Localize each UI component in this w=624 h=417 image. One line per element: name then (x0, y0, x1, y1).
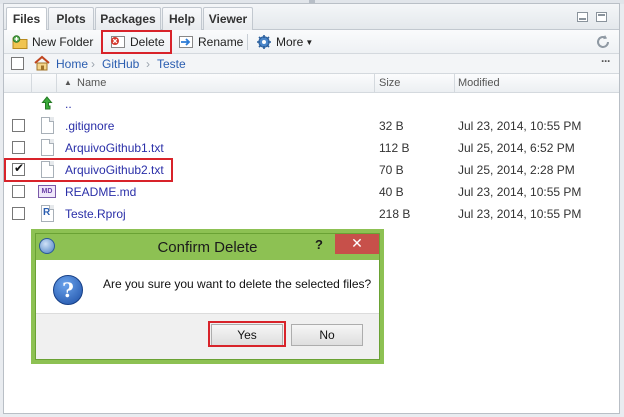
file-modified: Jul 23, 2014, 10:55 PM (458, 119, 582, 133)
file-size: 218 B (379, 207, 411, 221)
more-options-icon[interactable]: ··· (601, 54, 611, 68)
column-divider (454, 74, 455, 93)
no-button[interactable]: No (291, 324, 363, 346)
file-name[interactable]: Teste.Rproj (65, 207, 126, 221)
more-button[interactable]: More ▼ (256, 32, 313, 52)
breadcrumb-separator: › (146, 57, 150, 71)
file-size: 40 B (379, 185, 404, 199)
file-modified: Jul 25, 2014, 6:52 PM (458, 141, 575, 155)
text-file-icon (41, 117, 54, 134)
row-checkbox[interactable] (12, 185, 25, 198)
markdown-file-icon: MD (38, 185, 56, 198)
dialog-body: ? Are you sure you want to delete the se… (36, 260, 379, 313)
home-icon[interactable] (33, 55, 51, 72)
file-size: 112 B (379, 141, 410, 155)
column-divider (374, 74, 375, 93)
parent-directory-row[interactable]: .. (4, 93, 619, 115)
row-checkbox[interactable] (12, 207, 25, 220)
file-modified: Jul 23, 2014, 10:55 PM (458, 207, 582, 221)
selected-file-highlight (4, 158, 173, 182)
file-size: 32 B (379, 119, 404, 133)
tab-viewer[interactable]: Viewer (203, 7, 253, 30)
new-folder-icon (12, 34, 28, 50)
dialog-message: Are you sure you want to delete the sele… (103, 277, 372, 291)
column-divider (56, 74, 57, 93)
help-icon[interactable]: ? (315, 237, 323, 252)
chevron-down-icon: ▼ (305, 37, 314, 47)
r-logo-icon: R (43, 207, 51, 218)
breadcrumb: Home › GitHub › Teste ··· (4, 54, 619, 74)
more-label: More (276, 35, 304, 49)
breadcrumb-home[interactable]: Home (56, 57, 88, 71)
dialog-title: Confirm Delete (157, 239, 258, 256)
tab-plots[interactable]: Plots (48, 7, 94, 30)
tab-packages[interactable]: Packages (95, 7, 161, 30)
file-name[interactable]: ArquivoGithub1.txt (65, 141, 164, 155)
new-folder-button[interactable]: New Folder (12, 32, 93, 52)
select-all-checkbox[interactable] (11, 57, 24, 70)
breadcrumb-github[interactable]: GitHub (102, 57, 139, 71)
rename-label: Rename (198, 35, 244, 49)
file-size: 70 B (379, 163, 404, 177)
tab-help[interactable]: Help (162, 7, 202, 30)
tab-files[interactable]: Files (6, 7, 47, 31)
rename-icon (178, 34, 194, 50)
table-row[interactable]: R Teste.Rproj 218 B Jul 23, 2014, 10:55 … (4, 203, 619, 225)
rename-button[interactable]: Rename (178, 32, 243, 52)
column-modified[interactable]: Modified (458, 77, 500, 89)
delete-highlight (101, 30, 172, 54)
column-name[interactable]: Name (77, 77, 106, 89)
file-name[interactable]: README.md (65, 185, 136, 199)
breadcrumb-teste[interactable]: Teste (157, 57, 186, 71)
question-icon: ? (53, 275, 83, 305)
breadcrumb-separator: › (91, 57, 95, 71)
file-modified: Jul 23, 2014, 10:55 PM (458, 185, 582, 199)
go-up-icon (40, 95, 56, 111)
maximize-icon[interactable] (596, 12, 607, 22)
tab-bar: Files Plots Packages Help Viewer (4, 4, 619, 31)
column-divider (31, 74, 32, 93)
parent-directory-link[interactable]: .. (65, 97, 72, 111)
text-file-icon (41, 139, 54, 156)
refresh-icon[interactable] (595, 34, 611, 50)
table-row[interactable]: ArquivoGithub1.txt 112 B Jul 25, 2014, 6… (4, 137, 619, 159)
minimize-icon[interactable] (577, 12, 588, 22)
close-button[interactable]: ✕ (335, 234, 379, 254)
toolbar-divider (247, 34, 248, 50)
file-name[interactable]: .gitignore (65, 119, 114, 133)
file-table-header: ▲ Name Size Modified (4, 74, 619, 93)
gear-icon (256, 34, 272, 50)
new-folder-label: New Folder (32, 35, 94, 49)
confirm-delete-dialog: Confirm Delete ? ✕ ? Are you sure you wa… (35, 233, 380, 360)
row-checkbox[interactable] (12, 119, 25, 132)
file-modified: Jul 25, 2014, 2:28 PM (458, 163, 575, 177)
row-checkbox[interactable] (12, 141, 25, 154)
rproj-file-icon: R (41, 205, 54, 222)
files-toolbar: New Folder Delete Rename More ▼ (4, 30, 619, 54)
sort-ascending-icon: ▲ (64, 78, 72, 87)
table-row[interactable]: MD README.md 40 B Jul 23, 2014, 10:55 PM (4, 181, 619, 203)
column-size[interactable]: Size (379, 77, 400, 89)
table-row[interactable]: .gitignore 32 B Jul 23, 2014, 10:55 PM (4, 115, 619, 137)
yes-highlight (208, 321, 286, 347)
dialog-titlebar[interactable]: Confirm Delete ? ✕ (36, 234, 379, 260)
